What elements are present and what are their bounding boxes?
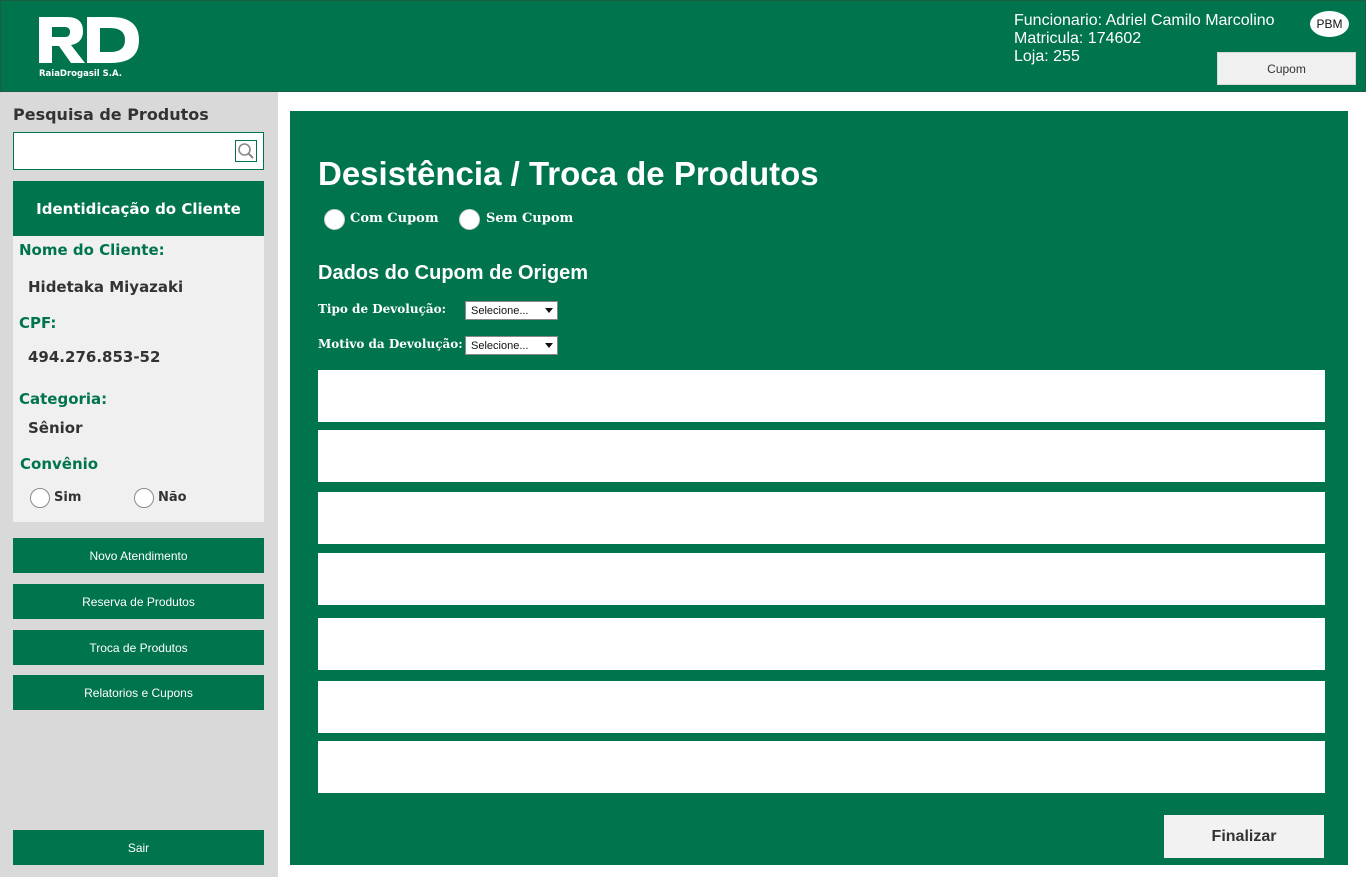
without-coupon-radio[interactable] [459, 209, 480, 230]
product-row[interactable] [318, 492, 1325, 544]
page-title: Desistência / Troca de Produtos [318, 155, 819, 192]
search-title: Pesquisa de Produtos [13, 105, 209, 124]
convenio-yes-radio[interactable] [30, 488, 50, 508]
with-coupon-radio[interactable] [324, 209, 345, 230]
product-exchange-button[interactable]: Troca de Produtos [13, 630, 264, 665]
product-reservation-button[interactable]: Reserva de Produtos [13, 584, 264, 619]
return-type-value: Selecione... [471, 304, 529, 317]
reports-coupons-button[interactable]: Relatorios e Cupons [13, 675, 264, 710]
finalize-button[interactable]: Finalizar [1164, 815, 1324, 858]
product-row[interactable] [318, 618, 1325, 670]
return-type-label: Tipo de Devolução: [318, 302, 447, 316]
product-row[interactable] [318, 370, 1325, 422]
client-card: Identidicação do Cliente Nome do Cliente… [13, 181, 264, 522]
convenio-no-label: Não [158, 490, 187, 505]
employee-name: Funcionario: Adriel Camilo Marcolino [1014, 12, 1275, 29]
client-card-header: Identidicação do Cliente [13, 181, 264, 236]
product-search-input[interactable] [13, 132, 264, 170]
return-reason-label: Motivo da Devolução: [318, 337, 463, 351]
new-service-button[interactable]: Novo Atendimento [13, 538, 264, 573]
pbm-button[interactable]: PBM [1310, 11, 1349, 37]
dropdown-arrow-icon [545, 343, 553, 348]
return-reason-select[interactable]: Selecione... [465, 336, 558, 355]
with-coupon-label: Com Cupom [350, 211, 439, 226]
convenio-label: Convênio [20, 455, 99, 473]
cupom-button[interactable]: Cupom [1217, 52, 1356, 85]
client-name-label: Nome do Cliente: [19, 241, 165, 259]
convenio-no-radio[interactable] [134, 488, 154, 508]
convenio-yes-label: Sim [54, 490, 82, 505]
client-name-value: Hidetaka Miyazaki [28, 278, 184, 296]
search-icon[interactable] [235, 140, 257, 162]
dropdown-arrow-icon [545, 308, 553, 313]
app-header: RaiaDrogasil S.A. Funcionario: Adriel Ca… [0, 0, 1366, 92]
category-value: Sênior [28, 419, 83, 437]
cpf-value: 494.276.853-52 [28, 348, 161, 366]
return-type-select[interactable]: Selecione... [465, 301, 558, 320]
product-row[interactable] [318, 741, 1325, 793]
section-title: Dados do Cupom de Origem [318, 262, 589, 284]
exchange-panel: Desistência / Troca de Produtos Com Cupo… [290, 111, 1348, 865]
product-row[interactable] [318, 553, 1325, 605]
category-label: Categoria: [19, 390, 108, 408]
logout-button[interactable]: Sair [13, 830, 264, 865]
product-row[interactable] [318, 430, 1325, 482]
sidebar: Pesquisa de Produtos Identidicação do Cl… [0, 92, 278, 877]
employee-matricula: Matricula: 174602 [1014, 30, 1142, 47]
product-row[interactable] [318, 681, 1325, 733]
return-reason-value: Selecione... [471, 339, 529, 352]
without-coupon-label: Sem Cupom [486, 211, 574, 226]
cpf-label: CPF: [19, 314, 57, 332]
logo-caption: RaiaDrogasil S.A. [39, 69, 122, 79]
raiadrogasil-logo: RaiaDrogasil S.A. [39, 17, 139, 79]
